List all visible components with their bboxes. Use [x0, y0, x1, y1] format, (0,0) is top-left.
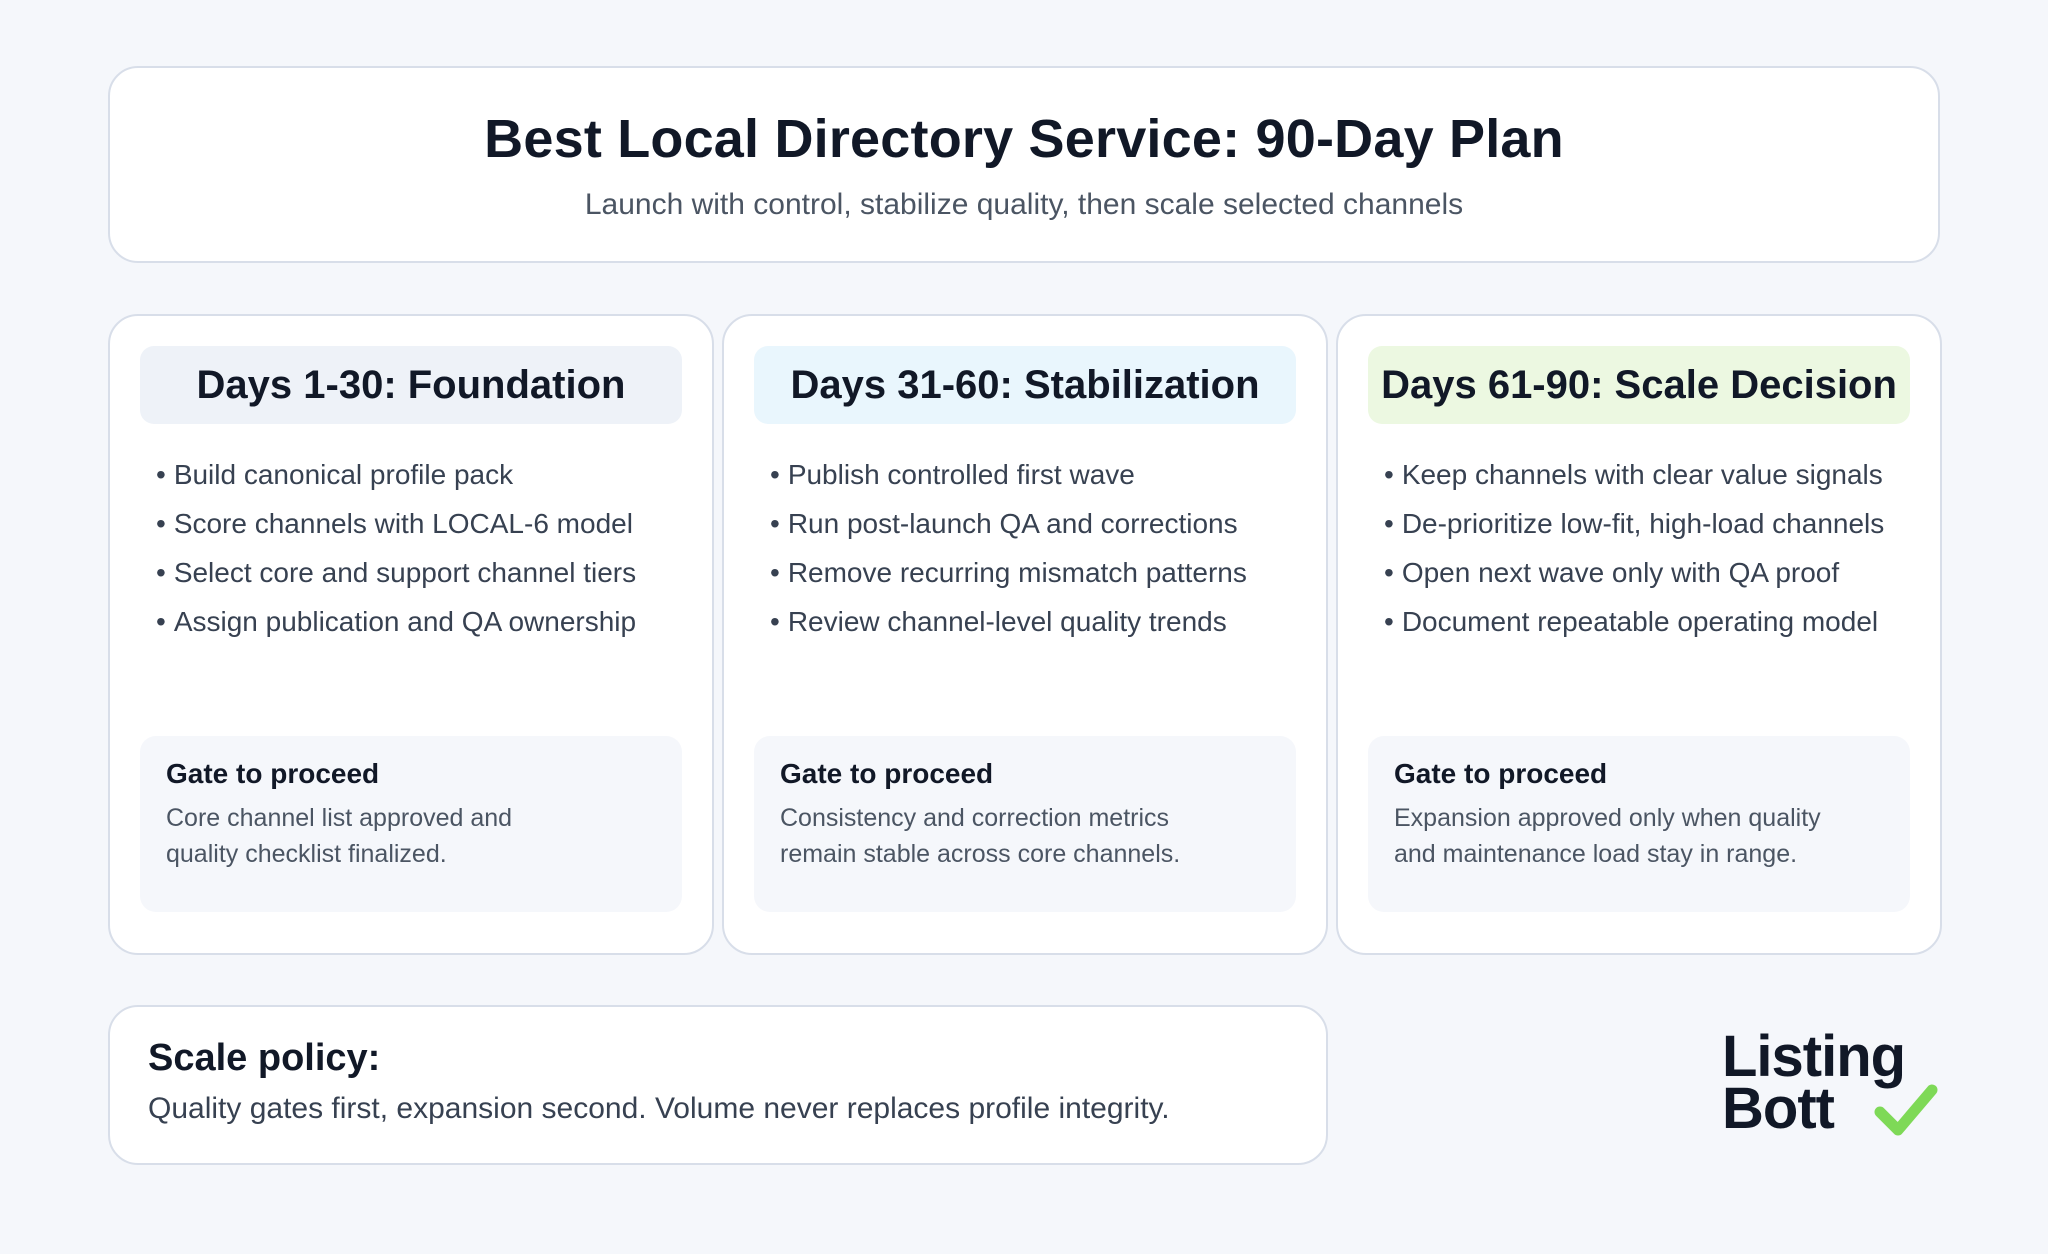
phase-card-foundation: Days 1-30: Foundation Build canonical pr… — [108, 314, 714, 955]
scale-policy-card: Scale policy: Quality gates first, expan… — [108, 1005, 1328, 1165]
page-title: Best Local Directory Service: 90-Day Pla… — [484, 109, 1564, 169]
phase-card-stabilization: Days 31-60: Stabilization Publish contro… — [722, 314, 1328, 955]
phase-card-scale-decision: Days 61-90: Scale Decision Keep channels… — [1336, 314, 1942, 955]
phase-bullet-list: Keep channels with clear value signals D… — [1384, 450, 1884, 646]
phase-bullet: Keep channels with clear value signals — [1384, 450, 1884, 499]
policy-title: Scale policy: — [148, 1037, 381, 1079]
logo-text-line-2: Bott — [1722, 1076, 1835, 1141]
gate-title: Gate to proceed — [166, 758, 380, 789]
gate-box: Gate to proceed Consistency and correcti… — [754, 736, 1296, 912]
page-subtitle: Launch with control, stabilize quality, … — [584, 188, 1464, 221]
phase-heading: Days 61-90: Scale Decision — [1368, 346, 1910, 424]
gate-text: Consistency and correction metrics remai… — [780, 804, 1181, 868]
phase-heading: Days 1-30: Foundation — [140, 346, 682, 424]
gate-text: Core channel list approved and quality c… — [166, 804, 513, 868]
phase-bullet: Build canonical profile pack — [156, 450, 636, 499]
gate-title: Gate to proceed — [1394, 758, 1608, 789]
phase-bullet: De-prioritize low-fit, high-load channel… — [1384, 499, 1884, 548]
gate-text: Expansion approved only when quality and… — [1394, 804, 1821, 868]
header-card: Best Local Directory Service: 90-Day Pla… — [108, 66, 1940, 263]
phase-bullet: Open next wave only with QA proof — [1384, 548, 1884, 597]
check-icon — [1874, 1084, 1938, 1136]
phase-bullet: Assign publication and QA ownership — [156, 597, 636, 646]
phase-bullet: Publish controlled first wave — [770, 450, 1247, 499]
phase-heading: Days 31-60: Stabilization — [754, 346, 1296, 424]
gate-box: Gate to proceed Core channel list approv… — [140, 736, 682, 912]
gate-box: Gate to proceed Expansion approved only … — [1368, 736, 1910, 912]
phase-bullet: Document repeatable operating model — [1384, 597, 1884, 646]
gate-title: Gate to proceed — [780, 758, 994, 789]
phase-bullet: Score channels with LOCAL-6 model — [156, 499, 636, 548]
phase-bullet: Select core and support channel tiers — [156, 548, 636, 597]
phase-bullet: Review channel-level quality trends — [770, 597, 1247, 646]
phase-bullet: Remove recurring mismatch patterns — [770, 548, 1247, 597]
phase-bullet-list: Publish controlled first wave Run post-l… — [770, 450, 1247, 646]
phase-bullet: Run post-launch QA and corrections — [770, 499, 1247, 548]
policy-text: Quality gates first, expansion second. V… — [148, 1092, 1170, 1125]
phase-bullet-list: Build canonical profile pack Score chann… — [156, 450, 636, 646]
listingbott-logo: Listing Bott — [1722, 1028, 1942, 1140]
